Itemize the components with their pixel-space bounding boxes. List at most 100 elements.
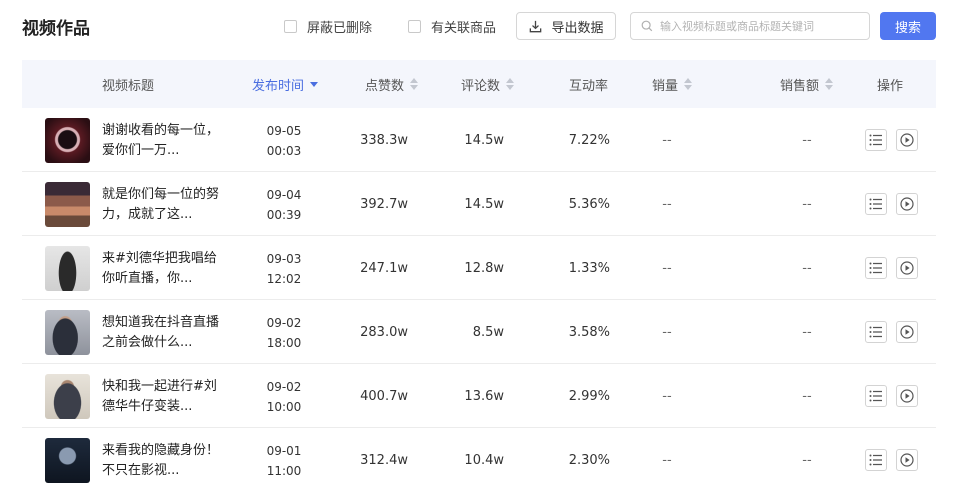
sales-value: --	[662, 132, 672, 148]
play-icon	[900, 197, 914, 211]
play-button[interactable]	[896, 385, 918, 407]
linked-goods-checkbox[interactable]: 有关联商品	[408, 17, 497, 36]
likes-count: 338.3w	[360, 132, 408, 148]
sales-value: --	[662, 196, 672, 212]
table-row[interactable]: 快和我一起进行#刘德华牛仔变装... 09-02 10:00 400.7w 13…	[22, 364, 936, 428]
likes-count: 400.7w	[360, 388, 408, 404]
comments-count: 12.8w	[464, 260, 504, 276]
checkbox-box[interactable]	[408, 19, 421, 33]
video-title[interactable]: 快和我一起进行#刘德华牛仔变装...	[102, 377, 227, 417]
list-icon	[869, 262, 882, 274]
video-title[interactable]: 来看我的隐藏身份！不只在影视...	[102, 441, 227, 481]
video-thumbnail[interactable]	[45, 374, 90, 419]
table-row[interactable]: 来看我的隐藏身份！不只在影视... 09-01 11:00 312.4w 10.…	[22, 428, 936, 489]
list-icon	[869, 454, 882, 466]
table-row[interactable]: 谢谢收看的每一位，爱你们一万... 09-05 00:03 338.3w 14.…	[22, 108, 936, 172]
export-data-label: 导出数据	[551, 20, 604, 36]
detail-button[interactable]	[865, 257, 887, 279]
sort-desc-icon[interactable]	[310, 81, 319, 87]
detail-button[interactable]	[865, 385, 887, 407]
comments-count: 14.5w	[464, 196, 504, 212]
table-row[interactable]: 来#刘德华把我唱给你听直播，你... 09-03 12:02 247.1w 12…	[22, 236, 936, 300]
sales-amount-value: --	[802, 388, 812, 404]
play-button[interactable]	[896, 193, 918, 215]
video-title[interactable]: 来#刘德华把我唱给你听直播，你...	[102, 249, 227, 289]
sales-amount-value: --	[802, 132, 812, 148]
linked-goods-label: 有关联商品	[431, 20, 497, 36]
sort-icon[interactable]	[506, 78, 515, 90]
detail-button[interactable]	[865, 321, 887, 343]
publish-time: 09-02 18:00	[266, 316, 302, 350]
sales-amount-value: --	[802, 196, 812, 212]
hide-deleted-checkbox[interactable]: 屏蔽已删除	[284, 17, 372, 36]
download-icon	[530, 20, 542, 32]
engagement-rate: 5.36%	[568, 196, 610, 212]
sales-value: --	[662, 388, 672, 404]
column-sales[interactable]: 销量	[652, 60, 693, 108]
detail-button[interactable]	[865, 129, 887, 151]
comments-count: 13.6w	[464, 388, 504, 404]
video-thumbnail[interactable]	[45, 310, 90, 355]
column-likes[interactable]: 点赞数	[365, 60, 419, 108]
search-button[interactable]: 搜索	[880, 12, 936, 40]
detail-button[interactable]	[865, 449, 887, 471]
list-icon	[869, 134, 882, 146]
play-icon	[900, 261, 914, 275]
search-field[interactable]	[630, 12, 870, 40]
play-icon	[900, 389, 914, 403]
column-publish-time[interactable]: 发布时间	[252, 60, 319, 108]
engagement-rate: 1.33%	[568, 260, 610, 276]
table-header: 视频标题 发布时间 点赞数 评论数 互动率 销量 销售额 操作	[22, 60, 936, 108]
likes-count: 312.4w	[360, 452, 408, 468]
comments-count: 14.5w	[464, 132, 504, 148]
video-title[interactable]: 想知道我在抖音直播之前会做什么...	[102, 313, 227, 353]
page-title: 视频作品	[22, 19, 90, 39]
sort-icon[interactable]	[825, 78, 834, 90]
video-thumbnail[interactable]	[45, 182, 90, 227]
table-row[interactable]: 就是你们每一位的努力，成就了这... 09-04 00:39 392.7w 14…	[22, 172, 936, 236]
search-icon	[641, 20, 653, 32]
video-thumbnail[interactable]	[45, 118, 90, 163]
export-data-button[interactable]: 导出数据	[516, 12, 616, 40]
sales-value: --	[662, 260, 672, 276]
sales-value: --	[662, 324, 672, 340]
play-button[interactable]	[896, 257, 918, 279]
play-icon	[900, 453, 914, 467]
table-row[interactable]: 想知道我在抖音直播之前会做什么... 09-02 18:00 283.0w 8.…	[22, 300, 936, 364]
sales-amount-value: --	[802, 324, 812, 340]
comments-count: 10.4w	[464, 452, 504, 468]
likes-count: 392.7w	[360, 196, 408, 212]
checkbox-box[interactable]	[284, 19, 297, 33]
engagement-rate: 3.58%	[568, 324, 610, 340]
engagement-rate: 2.30%	[568, 452, 610, 468]
column-video-title: 视频标题	[102, 78, 155, 94]
play-button[interactable]	[896, 449, 918, 471]
play-button[interactable]	[896, 321, 918, 343]
toolbar: 视频作品 屏蔽已删除 有关联商品 导出数据 搜索	[0, 0, 953, 55]
column-sales-amount[interactable]: 销售额	[780, 60, 834, 108]
sort-icon[interactable]	[684, 78, 693, 90]
column-engagement-rate: 互动率	[569, 78, 609, 94]
engagement-rate: 2.99%	[568, 388, 610, 404]
column-actions: 操作	[877, 78, 904, 94]
sales-value: --	[662, 452, 672, 468]
sort-icon[interactable]	[410, 78, 419, 90]
play-icon	[900, 325, 914, 339]
sales-amount-value: --	[802, 260, 812, 276]
video-title[interactable]: 谢谢收看的每一位，爱你们一万...	[102, 121, 227, 161]
column-comments[interactable]: 评论数	[461, 60, 515, 108]
list-icon	[869, 198, 882, 210]
detail-button[interactable]	[865, 193, 887, 215]
publish-time: 09-05 00:03	[266, 124, 302, 158]
video-thumbnail[interactable]	[45, 246, 90, 291]
engagement-rate: 7.22%	[568, 132, 610, 148]
publish-time: 09-02 10:00	[266, 380, 302, 414]
play-button[interactable]	[896, 129, 918, 151]
video-thumbnail[interactable]	[45, 438, 90, 483]
list-icon	[869, 390, 882, 402]
publish-time: 09-04 00:39	[266, 188, 302, 222]
search-input[interactable]	[660, 19, 860, 33]
publish-time: 09-01 11:00	[266, 444, 302, 478]
video-title[interactable]: 就是你们每一位的努力，成就了这...	[102, 185, 227, 225]
comments-count: 8.5w	[472, 324, 504, 340]
